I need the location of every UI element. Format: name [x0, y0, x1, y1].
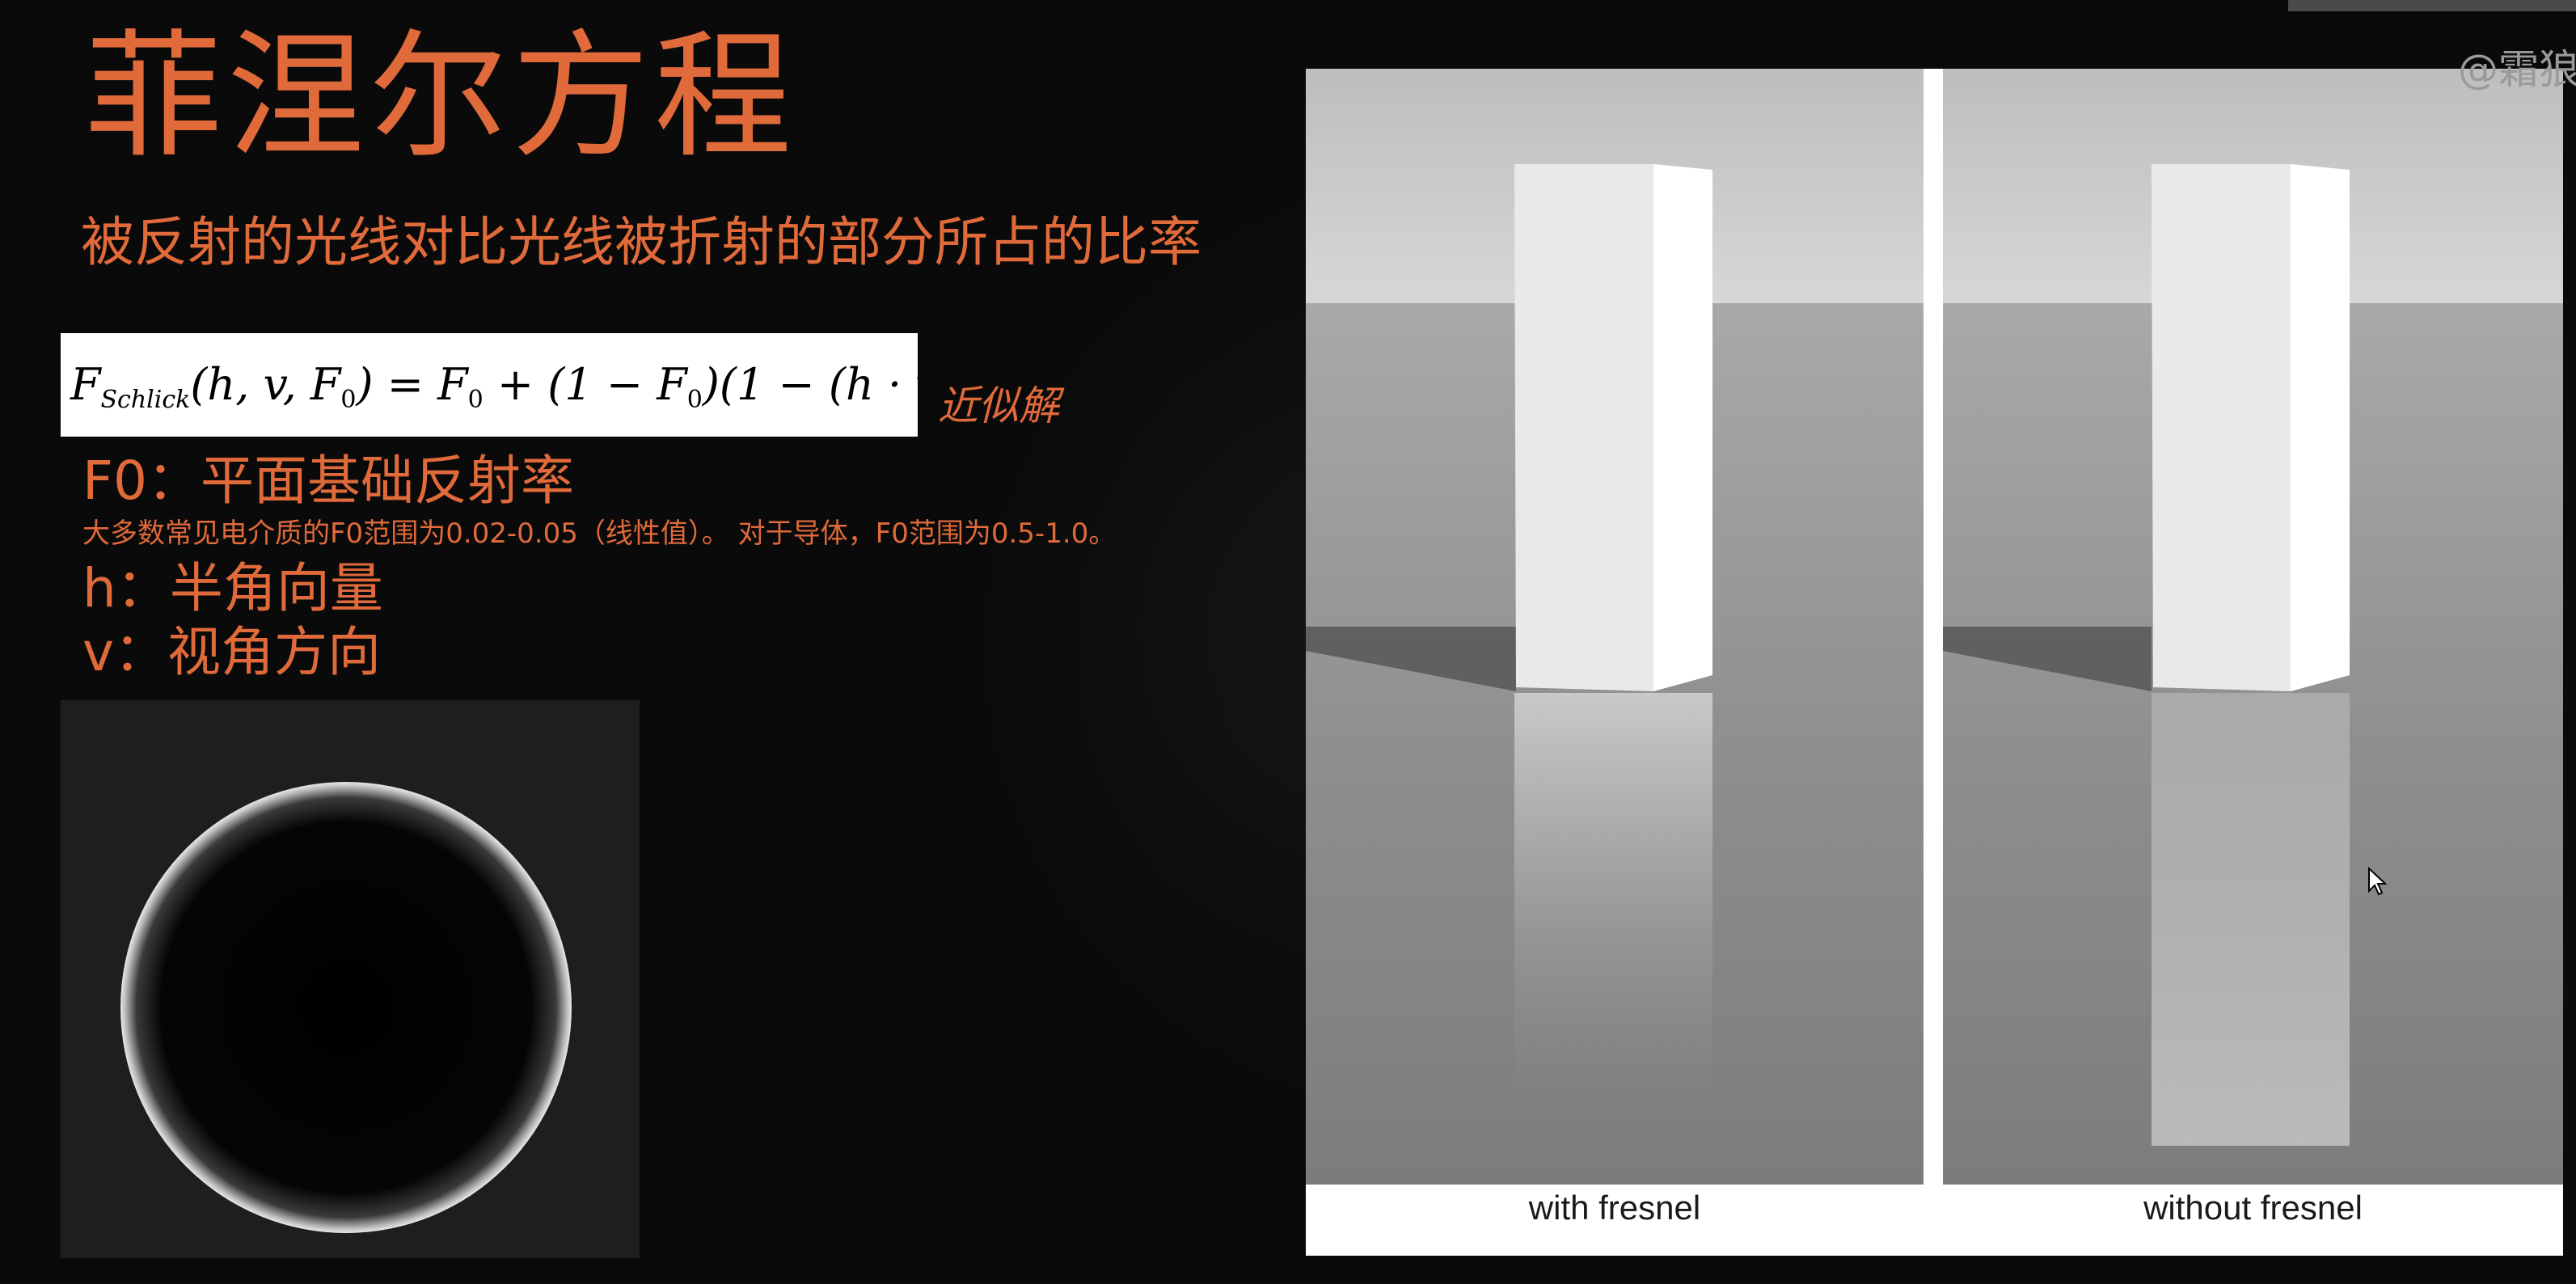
def-h: h：半角向量 [82, 557, 383, 619]
schlick-formula: FSchlick(h, v, F0) = F0 + (1 − F0)(1 − (… [70, 358, 918, 414]
render-without-fresnel [1943, 69, 2563, 1185]
slide-title: 菲涅尔方程 [85, 17, 797, 177]
label-with-fresnel: with fresnel [1528, 1189, 1701, 1227]
approx-label: 近似解 [938, 382, 1059, 429]
def-v: v：视角方向 [82, 621, 382, 683]
def-f0-note: 大多数常见电介质的F0范围为0.02-0.05（线性值）。 对于导体，F0范围为… [82, 517, 1117, 550]
mouse-cursor-icon [2368, 867, 2387, 896]
fresnel-sphere-image [61, 700, 640, 1258]
svg-text:FSchlick(h, v, F0) = F0 + (1 −: FSchlick(h, v, F0) = F0 + (1 − F0)(1 − (… [70, 358, 918, 414]
sphere-shape [120, 782, 572, 1233]
formula-rhs-sub2: 0 [687, 386, 703, 414]
formula-box: FSchlick(h, v, F0) = F0 + (1 − F0)(1 − (… [61, 333, 918, 437]
formula-lhs-subscript: Schlick [100, 386, 190, 414]
def-f0: F0：平面基础反射率 [82, 450, 574, 512]
render-with-fresnel [1306, 69, 1924, 1185]
formula-lhs-args: (h, v, F [190, 359, 343, 410]
slide: 菲涅尔方程 被反射的光线对比光线被折射的部分所占的比率 FSchlick(h, … [0, 0, 2576, 1284]
label-without-fresnel: without fresnel [2143, 1189, 2363, 1227]
formula-lhs-close: ) = F [356, 359, 471, 410]
watermark: @霜狼 [2458, 46, 2576, 93]
slide-subtitle: 被反射的光线对比光线被折射的部分所占的比率 [81, 211, 1201, 273]
render-comparison-panel: with fresnel without fresnel [1306, 69, 2563, 1256]
formula-rhs-sub1: 0 [468, 386, 484, 414]
formula-lhs-symbol: F [70, 359, 103, 410]
formula-rhs-mid: + (1 − F [484, 359, 690, 410]
formula-lhs-args-sub: 0 [340, 386, 356, 414]
formula-rhs-tail: )(1 − (h · v)) [702, 359, 918, 410]
top-bar-overlay [2288, 0, 2576, 11]
